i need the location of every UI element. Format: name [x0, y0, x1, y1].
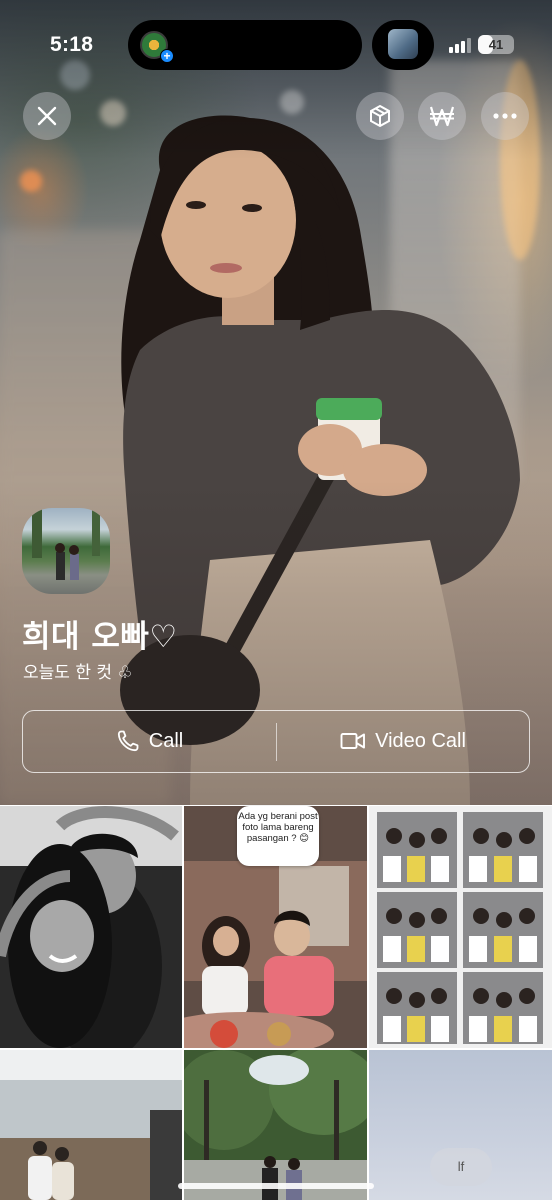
call-action-bar: Call Video Call [22, 710, 530, 773]
more-options-button[interactable] [481, 92, 529, 140]
dynamic-island[interactable]: + [128, 20, 362, 70]
avatar-couple-photo [32, 508, 100, 580]
status-time: 5:18 [50, 33, 94, 56]
floating-pill-label: lf [457, 1159, 465, 1174]
gift-button[interactable] [356, 92, 404, 140]
send-money-button[interactable] [418, 92, 466, 140]
video-call-label: Video Call [375, 729, 466, 752]
battery-icon: 41 [478, 35, 514, 54]
home-indicator[interactable] [178, 1183, 374, 1189]
voice-call-button[interactable]: Call [23, 711, 276, 771]
phone-icon [117, 730, 139, 752]
grid-photo-5[interactable] [184, 1050, 367, 1200]
close-button[interactable] [23, 92, 71, 140]
gift-box-icon [370, 104, 390, 128]
dynamic-island-right[interactable] [372, 20, 434, 70]
grid-photo-1[interactable] [0, 806, 182, 1048]
profile-status-message: 오늘도 한 컷 ♧ [23, 663, 133, 683]
won-currency-icon [429, 106, 455, 127]
story-question-text: Ada yg berani post foto lama bareng pasa… [238, 811, 318, 844]
call-label: Call [148, 729, 184, 752]
profile-name: 희대 오빠♡ [22, 619, 178, 655]
plus-badge-icon: + [160, 49, 174, 63]
profile-background-photo [0, 0, 552, 805]
grid-photo-4[interactable] [0, 1050, 182, 1200]
profile-avatar[interactable] [22, 508, 110, 594]
cellular-signal-icon [449, 37, 473, 53]
battery-level: 41 [488, 37, 504, 52]
app-thumbnail-icon [388, 29, 418, 59]
floating-pill-button[interactable]: lf [430, 1148, 492, 1186]
video-camera-icon [340, 733, 366, 749]
more-icon [493, 113, 517, 119]
story-question-sticker: Ada yg berani post foto lama bareng pasa… [237, 806, 319, 866]
close-icon [37, 106, 57, 126]
grid-photo-3[interactable] [369, 806, 552, 1048]
video-call-button[interactable]: Video Call [277, 711, 529, 771]
